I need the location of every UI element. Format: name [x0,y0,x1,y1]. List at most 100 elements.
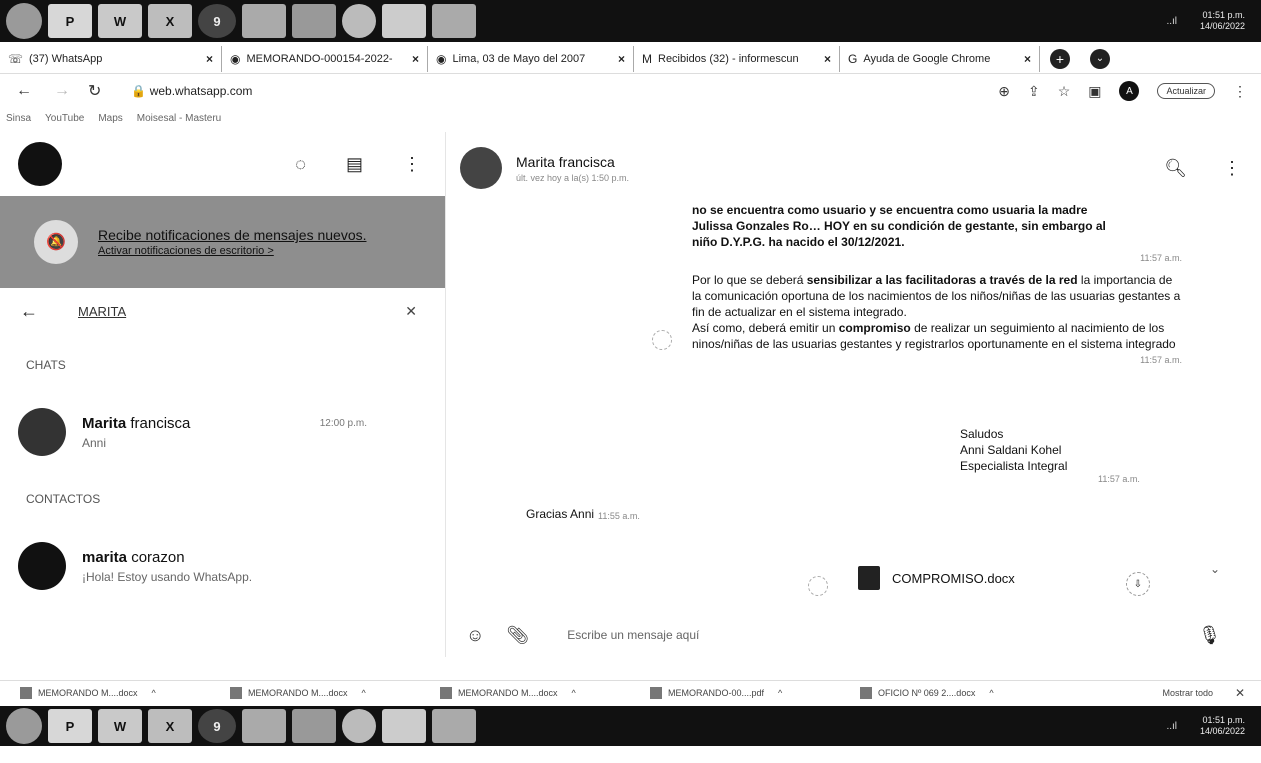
app2-taskbar-icon[interactable] [292,4,336,38]
tab-label: Ayuda de Google Chrome [863,52,991,65]
message-input[interactable]: Escribe un mensaje aquí [567,628,699,642]
tab-gmail[interactable]: M Recibidos (32) - informescun × [634,45,840,72]
microphone-icon[interactable]: 🎙︎ [1198,625,1221,646]
notification-banner[interactable]: 🔕 Recibe notificaciones de mensajes nuev… [0,196,445,288]
signature-line: Saludos [960,427,1004,441]
download-item[interactable]: MEMORANDO-00....pdf ^ [650,686,840,699]
chrome-taskbar-icon[interactable] [342,4,376,38]
bookmark-star-icon[interactable]: ☆ [1058,83,1071,100]
network-icon[interactable]: ..ıl [1166,721,1177,732]
url-field[interactable]: 🔒 web.whatsapp.com [131,84,252,98]
app4-taskbar-icon[interactable] [432,4,476,38]
word-taskbar-icon[interactable]: W [98,709,142,743]
clock[interactable]: 01:51 p.m. 14/06/2022 [1200,715,1245,737]
close-icon[interactable]: × [406,52,419,66]
forward-icon[interactable] [652,330,672,350]
word-taskbar-icon[interactable]: W [98,4,142,38]
menu-icon[interactable]: ⋮ [1223,158,1241,179]
share-icon[interactable]: ⇪ [1028,83,1040,100]
powerpoint-taskbar-icon[interactable]: P [48,4,92,38]
download-icon[interactable]: ⇩ [1126,572,1150,596]
more-vert-icon[interactable]: ⋮ [1233,83,1247,100]
close-icon[interactable]: × [612,52,625,66]
reload-icon[interactable]: ↻ [88,81,101,101]
left-header: ◌ ▤ ⋮ [0,132,445,196]
app4-taskbar-icon[interactable] [432,709,476,743]
app-taskbar-icon[interactable]: 9 [198,4,236,38]
back-arrow-icon[interactable]: ← [20,301,38,322]
chevron-up-icon[interactable]: ^ [572,688,576,698]
attach-icon[interactable]: 📎︎ [506,625,529,646]
bookmark-moisesal[interactable]: Moisesal - Masteru [137,113,221,124]
chat-list-item[interactable]: Marita francisca Anni 12:00 p.m. [0,396,445,468]
new-tab-button[interactable]: + [1050,48,1070,69]
update-button[interactable]: Actualizar [1157,83,1215,99]
bookmark-maps[interactable]: Maps [98,113,122,124]
app-taskbar-icon[interactable]: 9 [198,709,236,743]
start-button[interactable] [6,708,42,744]
app3-taskbar-icon[interactable] [382,4,426,38]
app3-taskbar-icon[interactable] [382,709,426,743]
chevron-up-icon[interactable]: ^ [152,688,156,698]
avatar[interactable] [460,147,502,189]
show-all-button[interactable]: Mostrar todo [1162,688,1213,698]
signature-line: Anni Saldani Kohel [960,443,1062,457]
clock[interactable]: 01:51 p.m. 14/06/2022 [1200,10,1245,32]
conversation-header[interactable]: Marita francisca últ. vez hoy a la(s) 1:… [460,140,1261,196]
chevron-up-icon[interactable]: ^ [778,688,782,698]
close-icon[interactable]: × [1018,52,1031,66]
download-item[interactable]: MEMORANDO M....docx ^ [440,686,630,699]
search-icon[interactable]: 🔍︎ [1164,158,1187,179]
tab-strip-icon[interactable]: ▣ [1088,83,1101,100]
back-arrow-icon[interactable]: ← [16,82,32,100]
app2-taskbar-icon[interactable] [292,709,336,743]
chat-list-panel: ◌ ▤ ⋮ 🔕 Recibe notificaciones de mensaje… [0,132,446,657]
text: Por lo que se deberá [692,273,807,287]
folder-taskbar-icon[interactable] [242,709,286,743]
chrome-taskbar-icon[interactable] [342,709,376,743]
close-icon[interactable]: × [200,52,213,66]
bookmark-sinsa[interactable]: Sinsa [6,113,31,124]
excel-taskbar-icon[interactable]: X [148,709,192,743]
download-item[interactable]: OFICIO Nº 069 2....docx ^ [860,686,1050,699]
close-icon[interactable]: ✕ [1235,686,1245,700]
download-name: MEMORANDO M....docx [458,687,558,698]
search-input[interactable]: MARITA [78,304,126,319]
download-name: MEMORANDO-00....pdf [668,687,765,698]
tab-lima[interactable]: ◉ Lima, 03 de Mayo del 2007 × [428,45,634,72]
chevron-up-icon[interactable]: ^ [989,688,993,698]
download-item[interactable]: MEMORANDO M....docx ^ [230,686,420,699]
status-icon[interactable]: ◌ [295,154,306,175]
bookmark-youtube[interactable]: YouTube [45,113,84,124]
download-item[interactable]: MEMORANDO M....docx ^ [20,686,210,699]
powerpoint-taskbar-icon[interactable]: P [48,709,92,743]
clock-time: 01:51 p.m. [1202,10,1245,20]
excel-taskbar-icon[interactable]: X [148,4,192,38]
start-button[interactable] [6,3,42,39]
enable-notifications-link[interactable]: Activar notificaciones de escritorio > [98,245,367,257]
tab-whatsapp[interactable]: ☏ (37) WhatsApp × [0,45,222,72]
url-text: web.whatsapp.com [149,84,253,98]
tab-ayuda[interactable]: G Ayuda de Google Chrome × [840,45,1040,72]
forward-arrow-icon[interactable]: → [54,82,70,100]
document-message[interactable]: COMPROMISO.docx [858,566,1015,590]
chevron-down-icon[interactable]: ⌄ [1210,562,1220,576]
menu-icon[interactable]: ⋮ [403,154,421,175]
message-paragraph: Por lo que se deberá sensibilizar a las … [692,272,1182,320]
avatar [18,542,66,590]
new-chat-icon[interactable]: ▤ [346,154,363,175]
chevron-up-icon[interactable]: ^ [362,688,366,698]
tab-memorando[interactable]: ◉ MEMORANDO-000154-2022- × [222,45,428,72]
contact-status: ¡Hola! Estoy usando WhatsApp. [82,569,253,584]
folder-taskbar-icon[interactable] [242,4,286,38]
profile-avatar[interactable]: A [1119,81,1140,101]
tab-search-icon[interactable]: ⌄ [1090,48,1110,69]
emoji-icon[interactable]: ☺ [466,625,484,646]
forward-icon[interactable] [808,576,828,596]
contact-list-item[interactable]: marita corazon ¡Hola! Estoy usando Whats… [0,530,445,602]
user-avatar[interactable] [18,142,62,186]
close-icon[interactable]: ✕ [405,303,417,320]
zoom-icon[interactable]: ⊕ [998,83,1010,100]
network-icon[interactable]: ..ıl [1166,16,1177,27]
close-icon[interactable]: × [818,52,831,66]
